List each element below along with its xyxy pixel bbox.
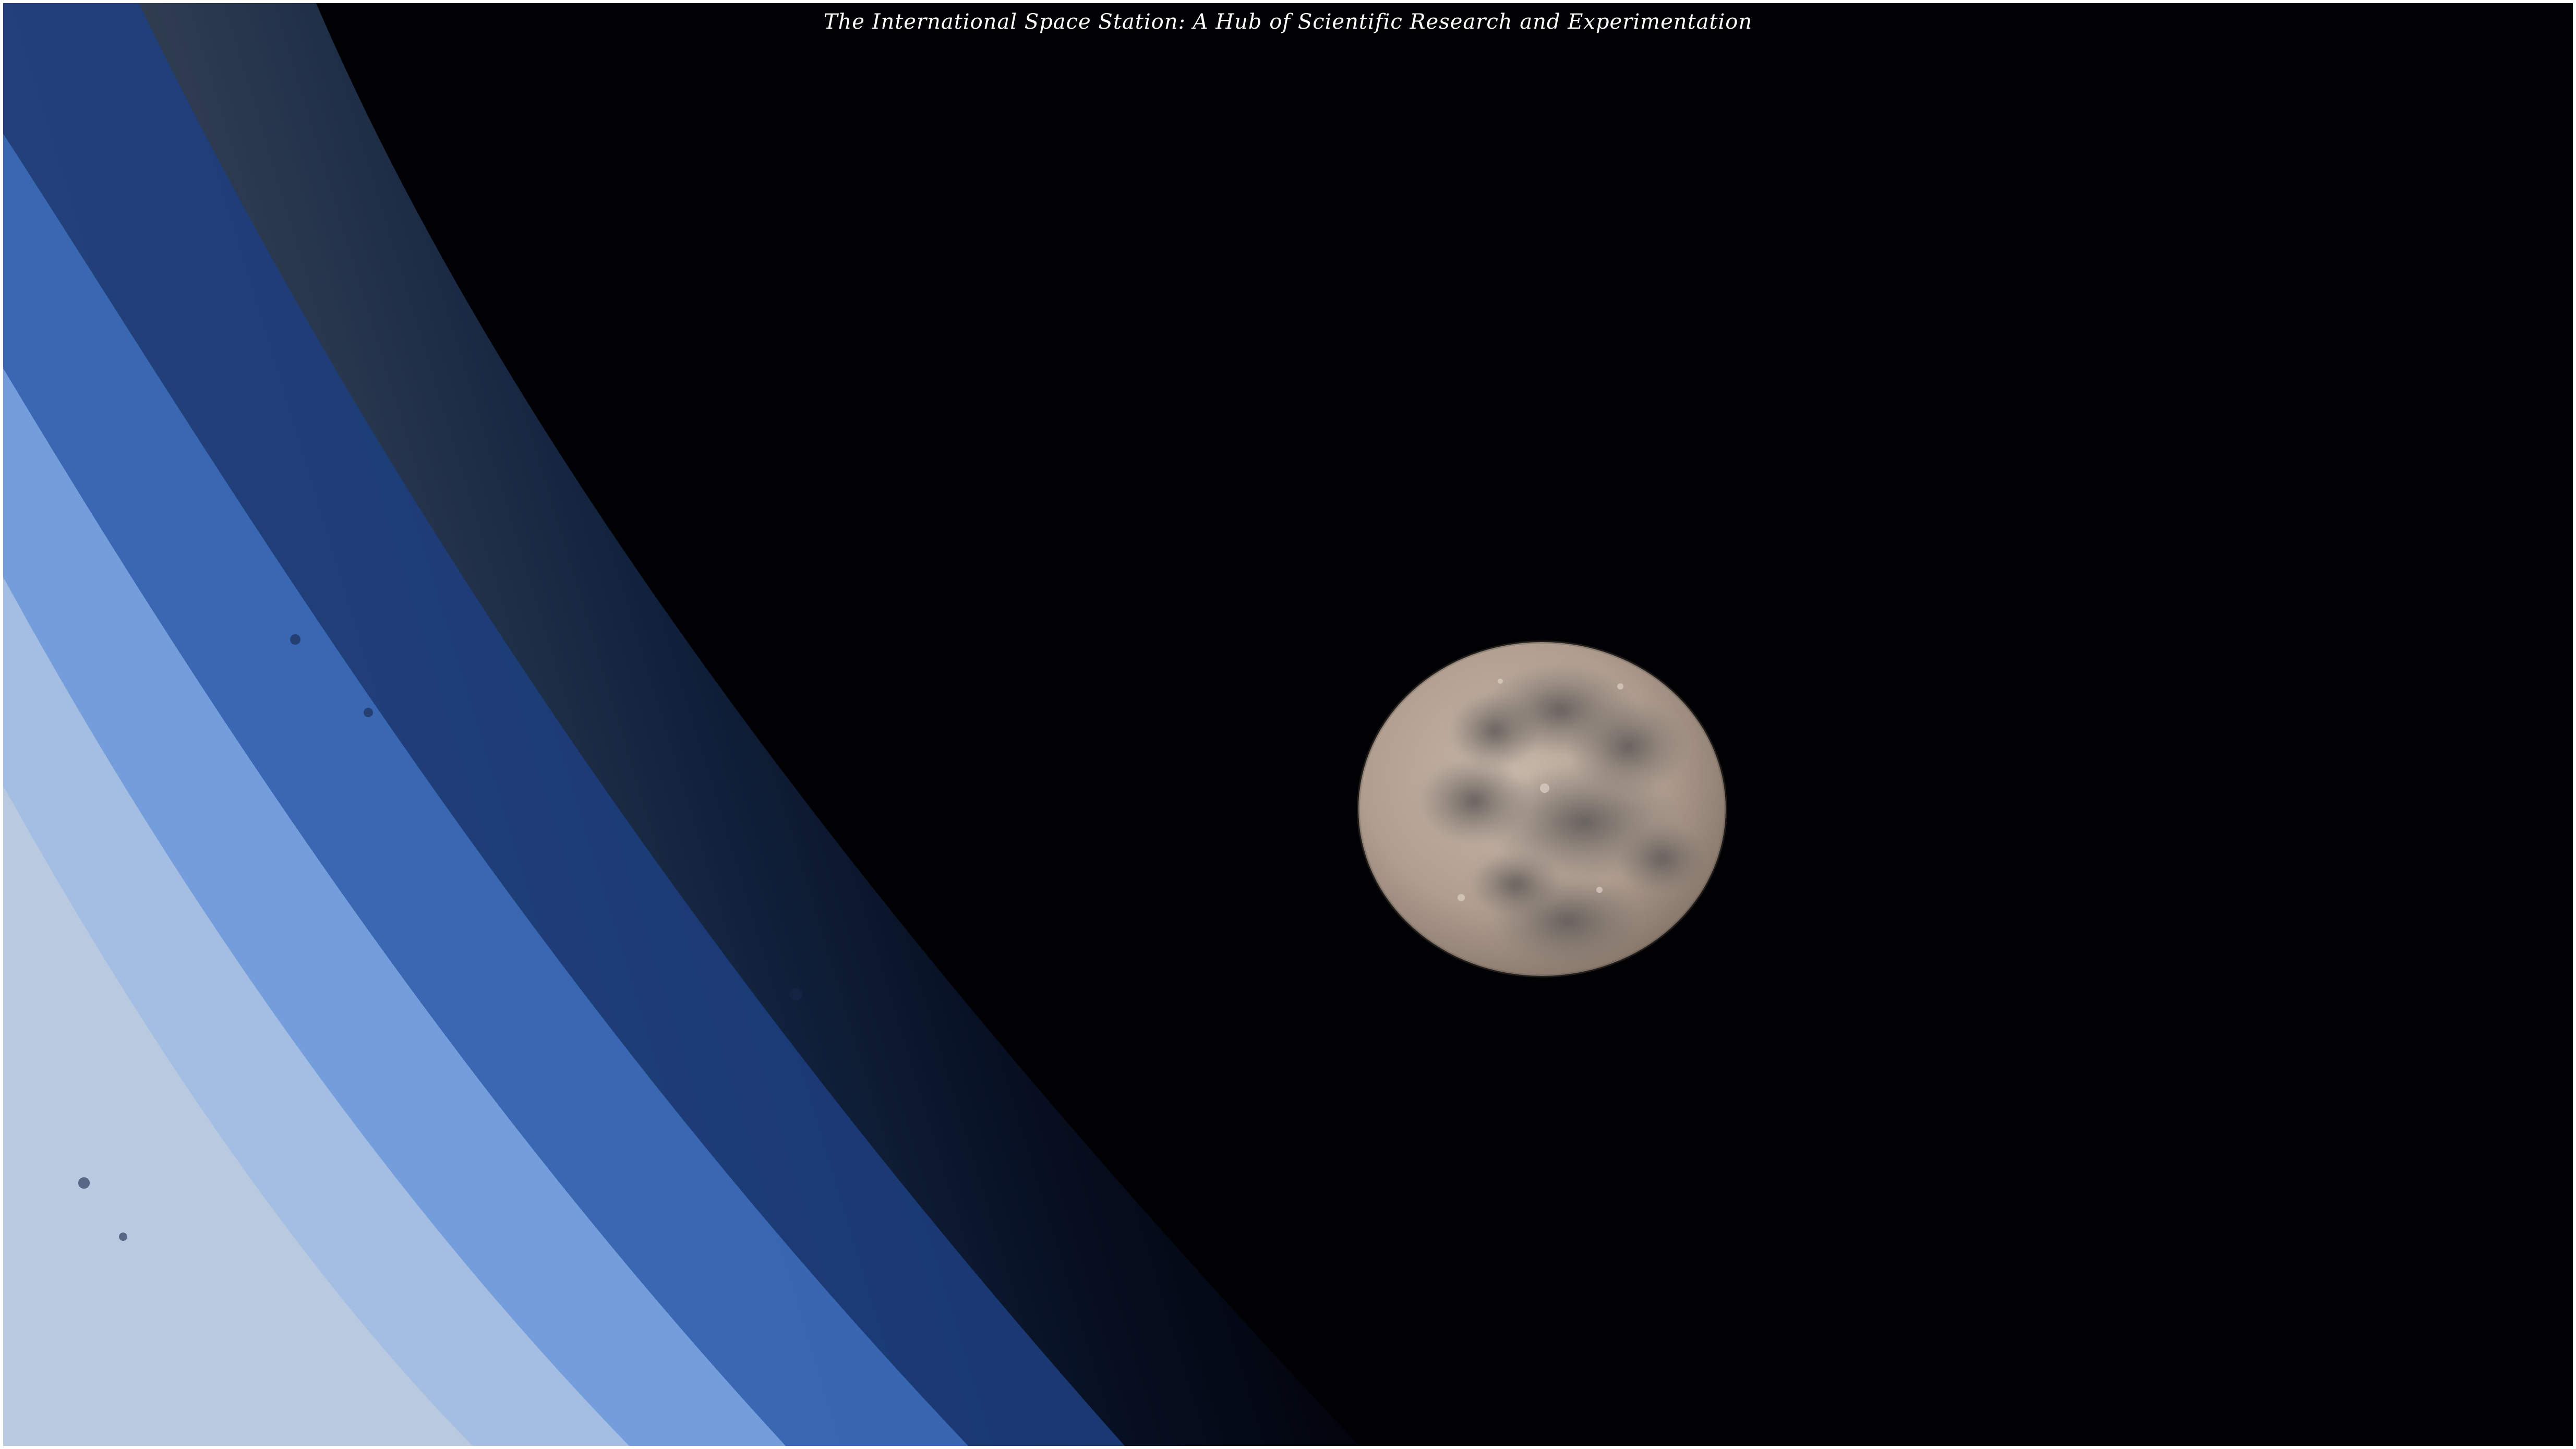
space-photo bbox=[3, 3, 2573, 1446]
moon bbox=[1357, 641, 1727, 977]
image-caption: The International Space Station: A Hub o… bbox=[823, 10, 1753, 34]
photo-frame: The International Space Station: A Hub o… bbox=[3, 3, 2573, 1446]
